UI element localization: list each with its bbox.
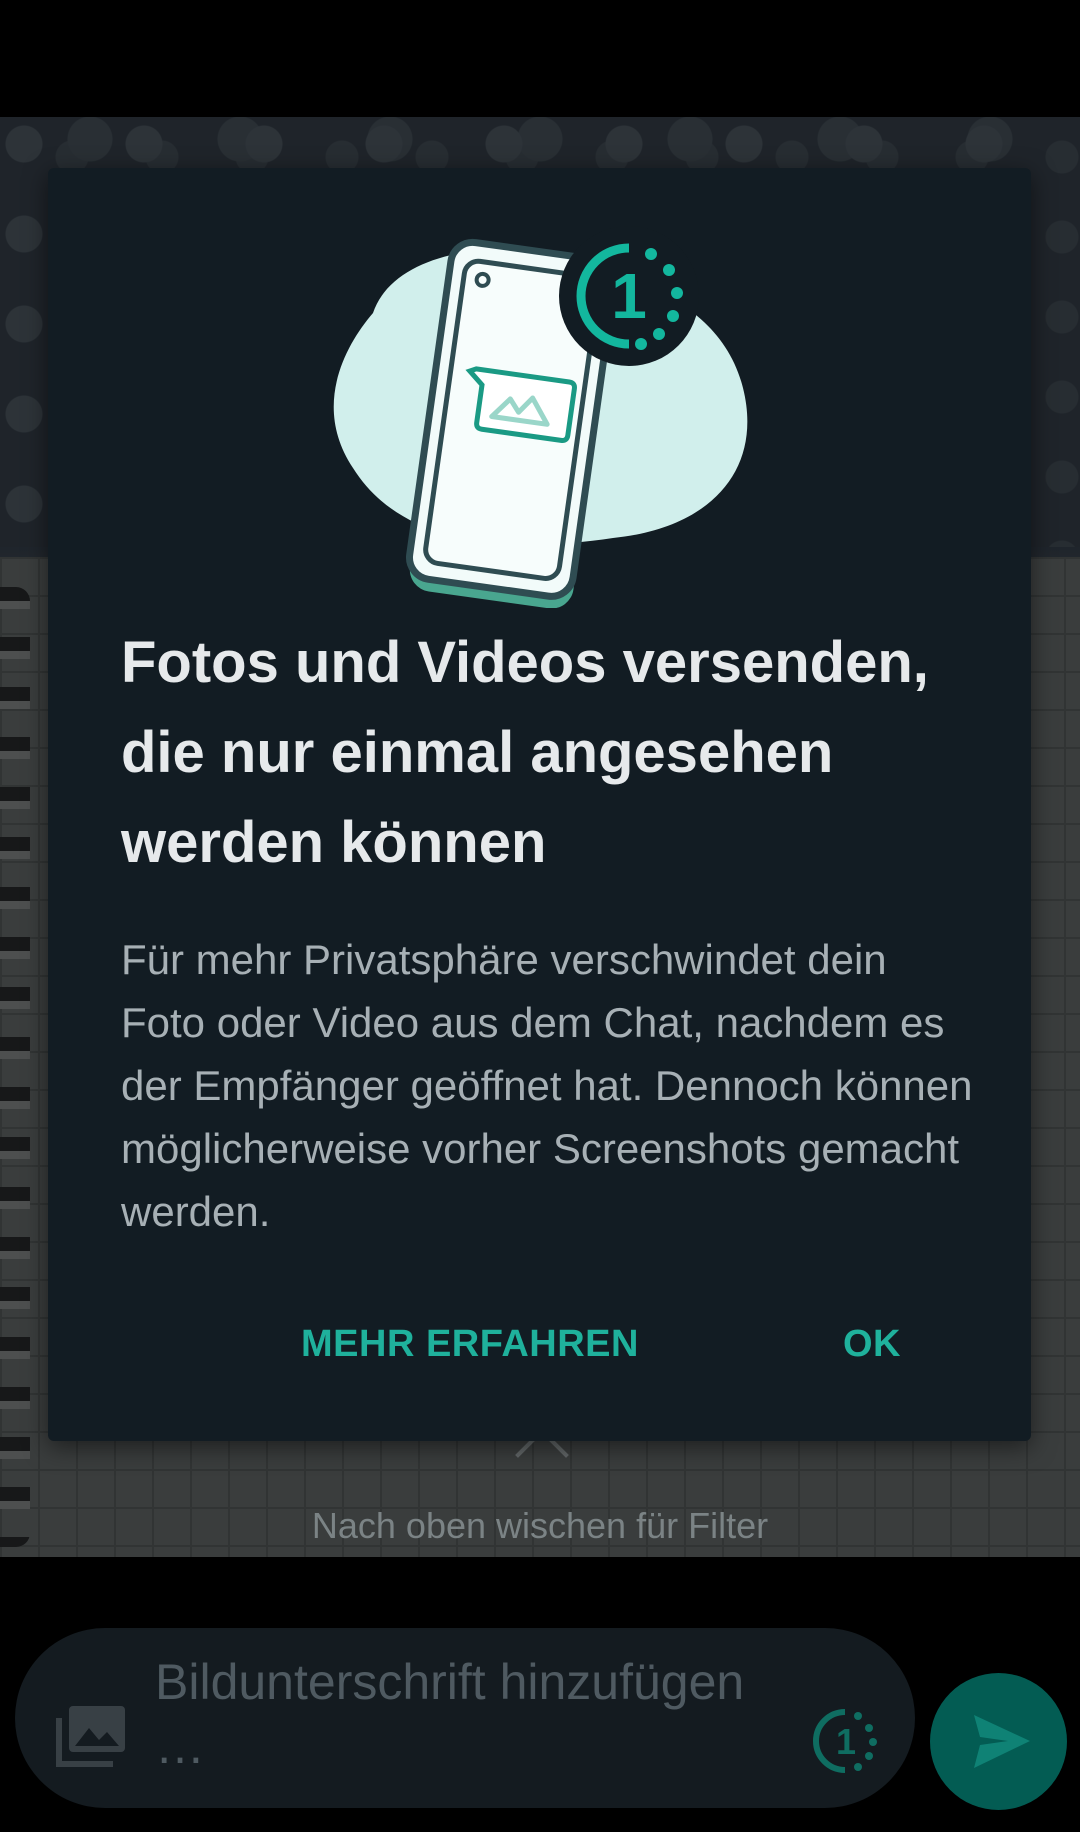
dialog-title: Fotos und Videos versenden, die nur einm… [121, 630, 929, 875]
ok-button[interactable]: OK [843, 1323, 901, 1366]
send-button[interactable] [930, 1673, 1067, 1810]
illustration-badge-number: 1 [611, 260, 647, 332]
send-icon [974, 1715, 1030, 1768]
caption-input[interactable] [155, 1650, 795, 1790]
view-once-icon[interactable]: 1 [810, 1706, 880, 1776]
dialog-body: Für mehr Privatsphäre verschwindet dein … [121, 936, 973, 1235]
caption-bar: 1 [15, 1628, 915, 1808]
view-once-dialog: 1 Fotos und Videos versenden, die nur ei… [48, 168, 1031, 1441]
view-once-badge-number: 1 [836, 1721, 856, 1762]
learn-more-button[interactable]: MEHR ERFAHREN [301, 1323, 639, 1366]
phone-view-once-illustration: 1 [333, 226, 748, 608]
gallery-icon[interactable] [55, 1706, 127, 1768]
dialog-actions: MEHR ERFAHREN OK [48, 1323, 1031, 1393]
swipe-hint: Nach oben wischen für Filter [311, 1505, 769, 1546]
